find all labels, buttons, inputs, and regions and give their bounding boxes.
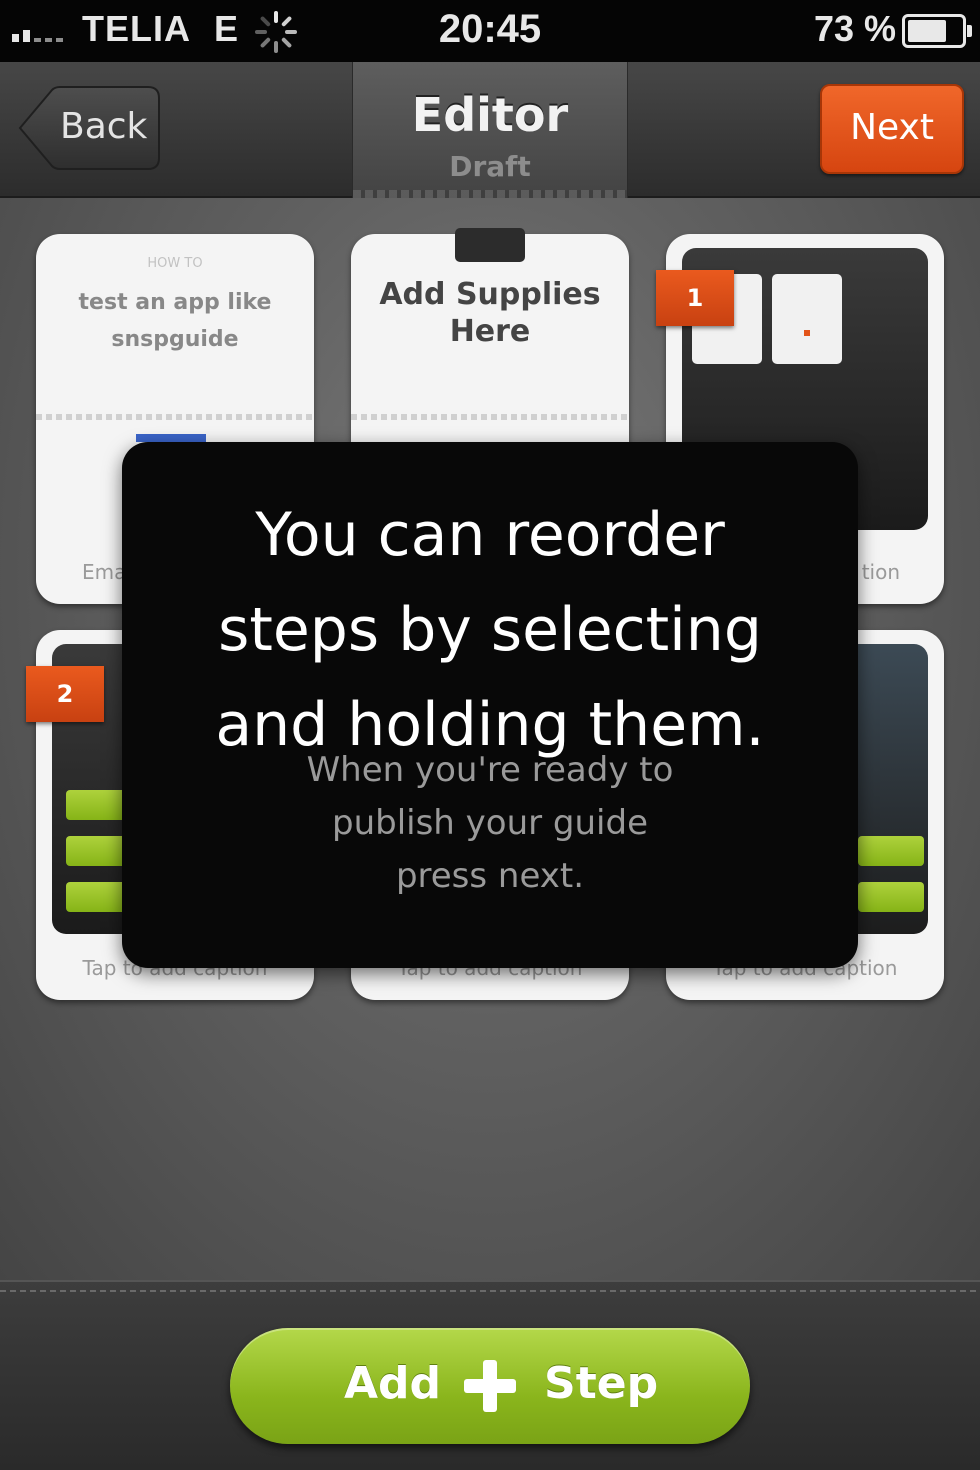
supplies-tab [455,228,525,262]
step-label: Step [544,1358,659,1409]
page-title: Editor [411,88,569,142]
back-label: Back [60,106,148,147]
card-thumbnail [136,434,206,442]
tip-message: You can reorder steps by selecting and h… [215,500,765,760]
status-bar: TELIA E 20:45 73 % [0,0,980,62]
battery-icon [902,14,972,48]
step-number-badge: 2 [26,666,104,722]
card-supplies-title: Add Supplies Here [379,277,601,349]
card-divider [351,414,629,420]
add-label: Add [344,1358,442,1409]
card-howto-label: HOW TO [147,256,203,271]
navigation-bar: Back Editor Draft Next [0,62,980,198]
battery-percent: 73 % [813,8,896,49]
page-subtitle: Draft [449,150,531,183]
answer-bar [858,882,924,912]
answer-bar [858,836,924,866]
step-number-badge: 1 [656,270,734,326]
reorder-tip-popup[interactable]: You can reorder steps by selecting and h… [122,442,858,968]
bottom-toolbar: Add Step [0,1280,980,1470]
plus-icon [464,1360,516,1412]
next-button[interactable]: Next [820,84,964,174]
tip-hint: When you're ready to publish your guide … [306,750,674,896]
back-button[interactable]: Back [18,86,160,170]
mini-screenshot [772,274,842,364]
card-divider [36,414,314,420]
add-step-button[interactable]: Add Step [230,1328,750,1444]
card-guide-title: test an app like snspguide [78,290,272,352]
title-panel: Editor Draft [352,62,628,198]
